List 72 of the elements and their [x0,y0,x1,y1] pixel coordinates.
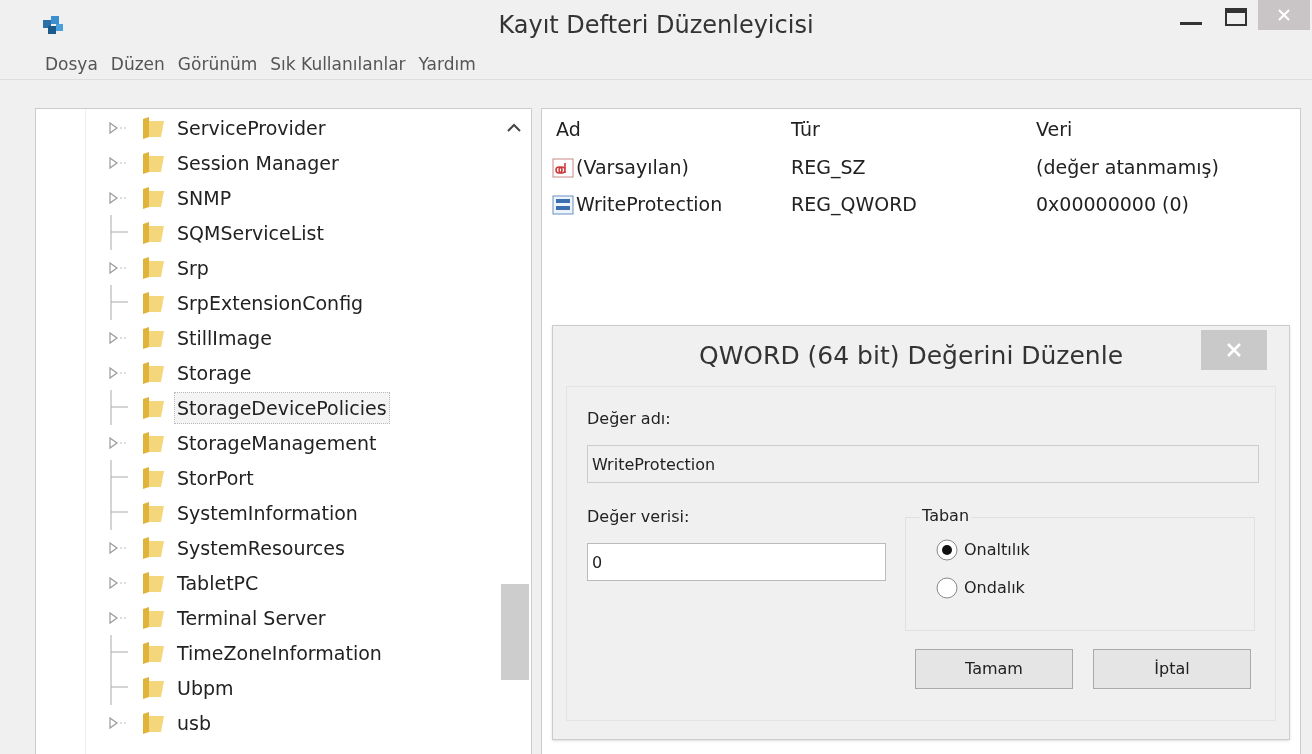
tree-item[interactable]: Terminal Server [174,601,329,634]
close-icon [1227,343,1241,357]
menu-item[interactable]: Dosya [45,51,98,78]
dialog-button[interactable]: İptal [1093,649,1251,689]
folder-icon [140,710,166,735]
folder-icon [140,605,166,630]
column-header[interactable]: Veri [1036,117,1073,140]
table-cell: 0x00000000 (0) [1036,193,1189,216]
tree-item[interactable]: Session Manager [174,146,342,179]
folder-icon [140,675,166,700]
close-button[interactable] [1201,330,1267,370]
binary-value-icon [552,194,574,215]
tree-item[interactable]: StillImage [174,321,275,354]
column-header[interactable]: Ad [556,117,581,140]
table-cell: REG_SZ [791,156,866,179]
tree-item[interactable]: SystemInformation [174,496,361,529]
field-label: Değer verisi: [587,506,691,528]
table-cell: REG_QWORD [791,193,917,216]
tree-item[interactable]: usb [174,706,214,739]
folder-icon [140,150,166,175]
folder-icon [140,465,166,490]
tree-item[interactable]: SystemResources [174,531,348,564]
value-name[interactable]: WriteProtection [576,190,723,219]
maximize-icon[interactable] [1225,8,1247,26]
tree-item[interactable]: SQMServiceList [174,216,327,249]
radio-label[interactable]: Onaltılık [964,538,1030,562]
folder-icon [140,325,166,350]
tree-item[interactable]: Storage [174,356,255,389]
menu-item[interactable]: Yardım [418,51,476,78]
folder-icon [140,500,166,525]
value-name[interactable]: (Varsayılan) [576,153,689,182]
folder-icon [140,430,166,455]
folder-icon [140,115,166,140]
tree-item[interactable]: ServiceProvider [174,111,329,144]
tree-item[interactable]: SrpExtensionConfig [174,286,367,319]
tree-item[interactable]: StorPort [174,461,257,494]
folder-icon [140,395,166,420]
value-data-field[interactable]: 0 [587,543,886,581]
table-cell: (değer atanmamış) [1036,156,1219,179]
folder-icon [140,535,166,560]
tree-item[interactable]: Ubpm [174,671,237,704]
folder-icon [140,360,166,385]
menu-item[interactable]: Düzen [110,51,165,78]
radio-button[interactable] [936,577,958,599]
scrollbar-thumb[interactable] [501,584,529,680]
field-label: Değer adı: [587,408,672,430]
radio-label[interactable]: Ondalık [964,576,1025,600]
dialog-button[interactable]: Tamam [915,649,1073,689]
tree-item[interactable]: TabletPC [174,566,262,599]
menu-item[interactable]: Sık Kullanılanlar [270,51,406,78]
folder-icon [140,570,166,595]
scroll-up-icon[interactable] [507,123,521,132]
minimize-icon[interactable] [1180,22,1202,26]
close-button[interactable] [1258,0,1310,30]
string-value-icon [552,157,574,178]
tree-item[interactable]: TimeZoneInformation [174,636,385,669]
close-icon [1278,9,1290,21]
value-name-field[interactable]: WriteProtection [587,445,1259,483]
folder-icon [140,640,166,665]
tree-item[interactable]: SNMP [174,181,235,214]
folder-icon [140,220,166,245]
radio-button[interactable] [936,539,958,561]
tree-item[interactable]: StorageDevicePolicies [174,391,390,424]
tree-item[interactable]: Srp [174,251,212,284]
window-title: Kayıt Defteri Düzenleyicisi [498,10,814,41]
menu-item[interactable]: Görünüm [177,51,258,78]
dialog-title: QWORD (64 bit) Değerini Düzenle [698,340,1124,373]
tree-item[interactable]: StorageManagement [174,426,380,459]
column-header[interactable]: Tür [791,117,820,140]
folder-icon [140,185,166,210]
folder-icon [140,290,166,315]
folder-icon [140,255,166,280]
